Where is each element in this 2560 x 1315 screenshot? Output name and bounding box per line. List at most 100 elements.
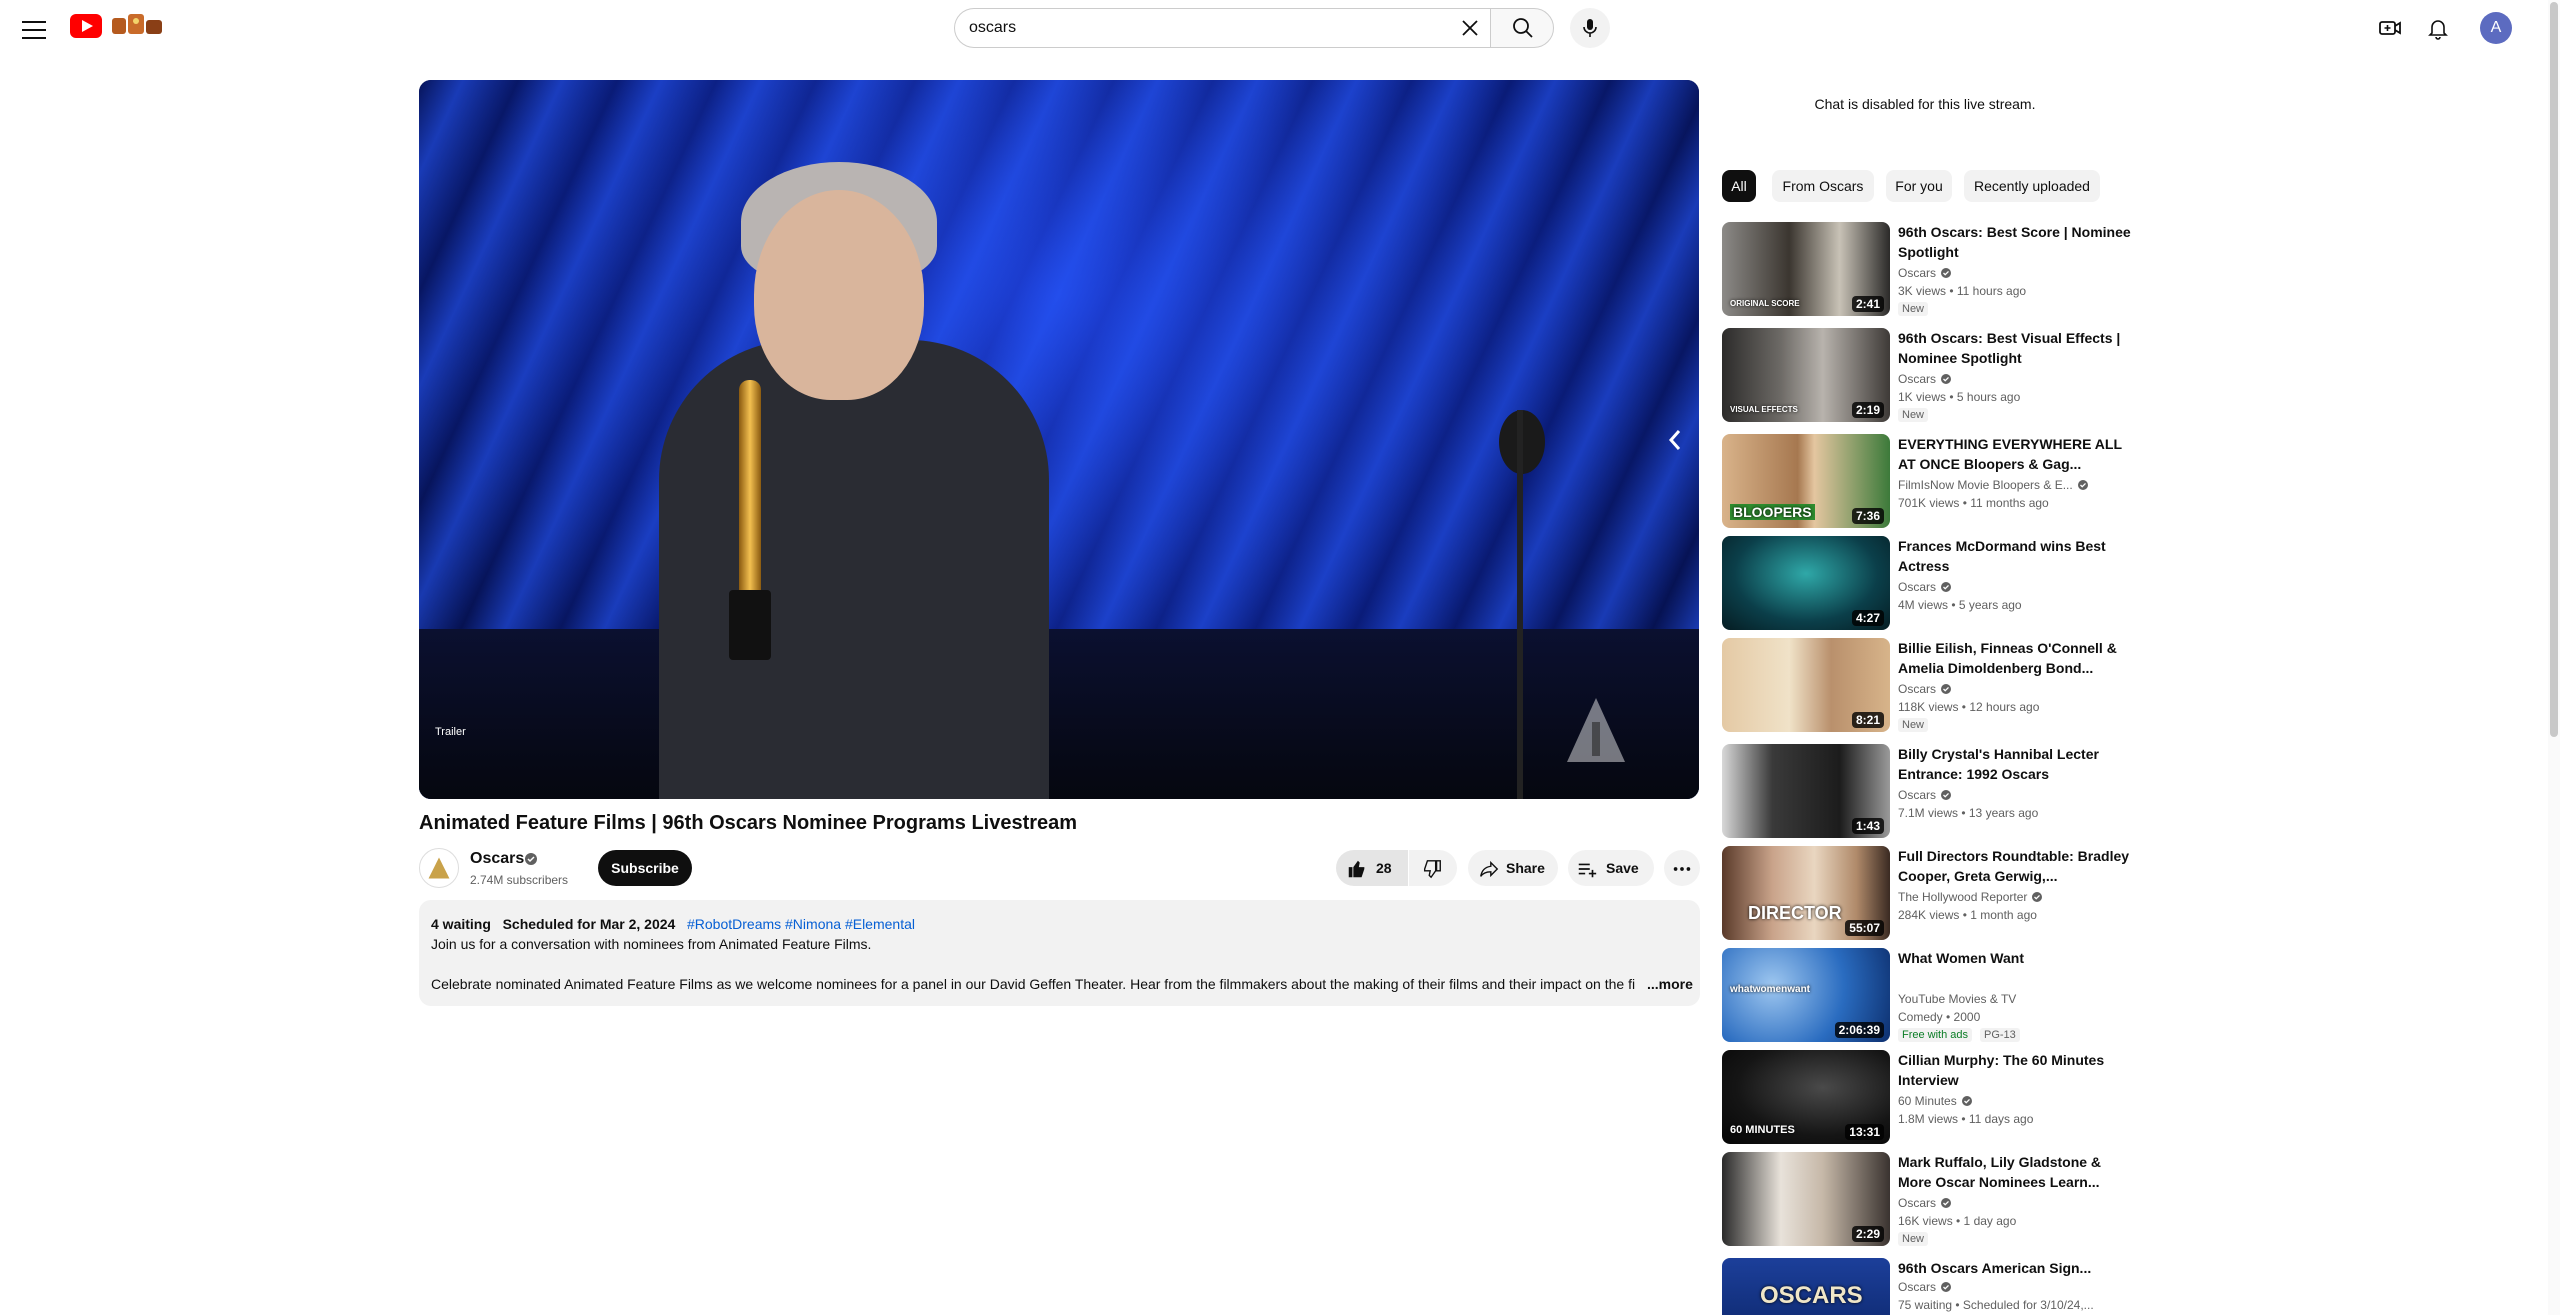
related-title[interactable]: 96th Oscars: Best Visual Effects | Nomin… xyxy=(1898,328,2134,368)
related-title[interactable]: What Women Want xyxy=(1898,948,2134,968)
subscribe-button[interactable]: Subscribe xyxy=(598,850,692,886)
microphone-stand xyxy=(1517,410,1523,799)
waiting-count: 4 waiting xyxy=(431,916,491,932)
related-video[interactable]: BLOOPERS 7:36 EVERYTHING EVERYWHERE ALL … xyxy=(1722,434,2142,534)
related-video[interactable]: 8:21 Billie Eilish, Finneas O'Connell & … xyxy=(1722,638,2142,738)
related-title[interactable]: Billy Crystal's Hannibal Lecter Entrance… xyxy=(1898,744,2134,784)
verified-icon xyxy=(1941,268,1952,278)
video-thumbnail[interactable]: 8:21 xyxy=(1722,638,1890,732)
related-stats: 284K views • 1 month ago xyxy=(1898,908,2037,922)
presenter-body xyxy=(659,340,1049,799)
video-thumbnail[interactable]: BLOOPERS 7:36 xyxy=(1722,434,1890,528)
like-count: 28 xyxy=(1376,860,1392,876)
verified-icon xyxy=(1941,1282,1952,1292)
playlist-add-icon xyxy=(1578,863,1597,878)
description-box[interactable]: 4 waiting Scheduled for Mar 2, 2024 #Rob… xyxy=(419,900,1700,1006)
related-video[interactable]: DIRECTOR 55:07 Full Directors Roundtable… xyxy=(1722,846,2142,946)
chip-for-you[interactable]: For you xyxy=(1886,170,1952,202)
new-badge: New xyxy=(1898,302,1929,316)
channel-name[interactable]: Oscars xyxy=(470,850,524,868)
channel-avatar[interactable] xyxy=(419,848,459,888)
video-thumbnail[interactable]: whatwomenwant 2:06:39 xyxy=(1722,948,1890,1042)
related-channel[interactable]: FilmIsNow Movie Bloopers & E... xyxy=(1898,478,2089,492)
scrollbar-thumb[interactable] xyxy=(2550,2,2558,737)
video-thumbnail[interactable]: VISUAL EFFECTS 2:19 xyxy=(1722,328,1890,422)
related-stats: 118K views • 12 hours ago xyxy=(1898,700,2040,714)
related-channel[interactable]: The Hollywood Reporter xyxy=(1898,890,2043,904)
related-channel[interactable]: YouTube Movies & TV xyxy=(1898,992,2016,1006)
save-button[interactable]: Save xyxy=(1568,850,1654,886)
chip-recently-uploaded[interactable]: Recently uploaded xyxy=(1964,170,2100,202)
video-thumbnail[interactable]: DIRECTOR 55:07 xyxy=(1722,846,1890,940)
thumbnail-text: 60 MINUTES xyxy=(1730,1124,1795,1136)
related-channel[interactable]: Oscars xyxy=(1898,1280,1952,1294)
account-avatar[interactable]: A xyxy=(2480,12,2512,44)
search-button[interactable] xyxy=(1490,8,1554,48)
related-stats: 75 waiting • Scheduled for 3/10/24,... xyxy=(1898,1298,2094,1312)
page: { "header": { "search_value": "oscars", … xyxy=(0,0,2560,1315)
search-box[interactable] xyxy=(954,8,1490,48)
related-video[interactable]: 60 MINUTES 13:31 Cillian Murphy: The 60 … xyxy=(1722,1050,2142,1150)
related-title[interactable]: 96th Oscars: Best Score | Nominee Spotli… xyxy=(1898,222,2134,262)
related-channel[interactable]: Oscars xyxy=(1898,788,1952,802)
duration-badge: 8:21 xyxy=(1851,712,1884,728)
related-title[interactable]: Mark Ruffalo, Lily Gladstone & More Osca… xyxy=(1898,1152,2134,1192)
video-thumbnail[interactable]: 2:29 xyxy=(1722,1152,1890,1246)
related-title[interactable]: EVERYTHING EVERYWHERE ALL AT ONCE Bloope… xyxy=(1898,434,2134,474)
more-actions-button[interactable] xyxy=(1664,850,1700,886)
oscar-statuette xyxy=(729,370,771,660)
related-channel[interactable]: Oscars xyxy=(1898,1196,1952,1210)
hashtags[interactable]: #RobotDreams #Nimona #Elemental xyxy=(687,916,915,932)
thumbnail-text: OSCARS xyxy=(1760,1282,1863,1309)
menu-icon[interactable] xyxy=(22,18,46,39)
show-more-button[interactable]: ...more xyxy=(1639,976,1693,992)
more-horizontal-icon xyxy=(1673,867,1691,871)
video-thumbnail[interactable]: 60 MINUTES 13:31 xyxy=(1722,1050,1890,1144)
chip-all[interactable]: All xyxy=(1722,170,1756,202)
related-video[interactable]: VISUAL EFFECTS 2:19 96th Oscars: Best Vi… xyxy=(1722,328,2142,428)
related-channel[interactable]: Oscars xyxy=(1898,580,1952,594)
related-stats: Comedy • 2000 xyxy=(1898,1010,1981,1024)
video-player[interactable]: Trailer xyxy=(419,80,1699,799)
thumbnail-text: ORIGINAL SCORE xyxy=(1730,299,1800,308)
video-title: Animated Feature Films | 96th Oscars Nom… xyxy=(419,812,1078,834)
create-icon[interactable] xyxy=(2376,14,2404,42)
related-title[interactable]: Full Directors Roundtable: Bradley Coope… xyxy=(1898,846,2134,886)
youtube-logo[interactable] xyxy=(70,14,102,38)
video-thumbnail[interactable]: 1:43 xyxy=(1722,744,1890,838)
related-title[interactable]: Frances McDormand wins Best Actress xyxy=(1898,536,2134,576)
thumbnail-text: VISUAL EFFECTS xyxy=(1730,405,1798,414)
related-channel[interactable]: 60 Minutes xyxy=(1898,1094,1973,1108)
related-title[interactable]: 96th Oscars American Sign... xyxy=(1898,1258,2134,1278)
notifications-icon[interactable] xyxy=(2424,14,2452,42)
search-input[interactable] xyxy=(969,9,1409,47)
related-video[interactable]: 2:29 Mark Ruffalo, Lily Gladstone & More… xyxy=(1722,1152,2142,1252)
related-video[interactable]: whatwomenwant 2:06:39 What Women Want Yo… xyxy=(1722,948,2142,1048)
related-title[interactable]: Cillian Murphy: The 60 Minutes Interview xyxy=(1898,1050,2134,1090)
related-video[interactable]: 4:27 Frances McDormand wins Best Actress… xyxy=(1722,536,2142,636)
video-thumbnail[interactable]: OSCARS xyxy=(1722,1258,1890,1315)
new-badge: New xyxy=(1898,408,1929,422)
related-channel[interactable]: Oscars xyxy=(1898,682,1952,696)
related-video[interactable]: 1:43 Billy Crystal's Hannibal Lecter Ent… xyxy=(1722,744,2142,844)
video-thumbnail[interactable]: ORIGINAL SCORE 2:41 xyxy=(1722,222,1890,316)
duration-badge: 13:31 xyxy=(1845,1124,1884,1140)
related-channel[interactable]: Oscars xyxy=(1898,372,1952,386)
related-video[interactable]: ORIGINAL SCORE 2:41 96th Oscars: Best Sc… xyxy=(1722,222,2142,322)
presenter-face xyxy=(754,190,924,400)
related-channel[interactable]: Oscars xyxy=(1898,266,1952,280)
thumbnail-text: BLOOPERS xyxy=(1730,504,1815,520)
voice-search-button[interactable] xyxy=(1570,8,1610,48)
thumbnail-text: whatwomenwant xyxy=(1730,984,1811,995)
related-video[interactable]: OSCARS 96th Oscars American Sign... Osca… xyxy=(1722,1258,2142,1315)
doodle-logo[interactable] xyxy=(108,12,166,38)
like-button[interactable]: 28 xyxy=(1336,850,1408,886)
dislike-button[interactable] xyxy=(1409,850,1457,886)
related-title[interactable]: Billie Eilish, Finneas O'Connell & Ameli… xyxy=(1898,638,2134,678)
chip-from-oscars[interactable]: From Oscars xyxy=(1772,170,1874,202)
video-thumbnail[interactable]: 4:27 xyxy=(1722,536,1890,630)
verified-icon xyxy=(1941,582,1952,592)
clear-search-icon[interactable] xyxy=(1456,14,1484,42)
share-button[interactable]: Share xyxy=(1468,850,1558,886)
chevron-left-icon[interactable] xyxy=(1664,425,1686,455)
